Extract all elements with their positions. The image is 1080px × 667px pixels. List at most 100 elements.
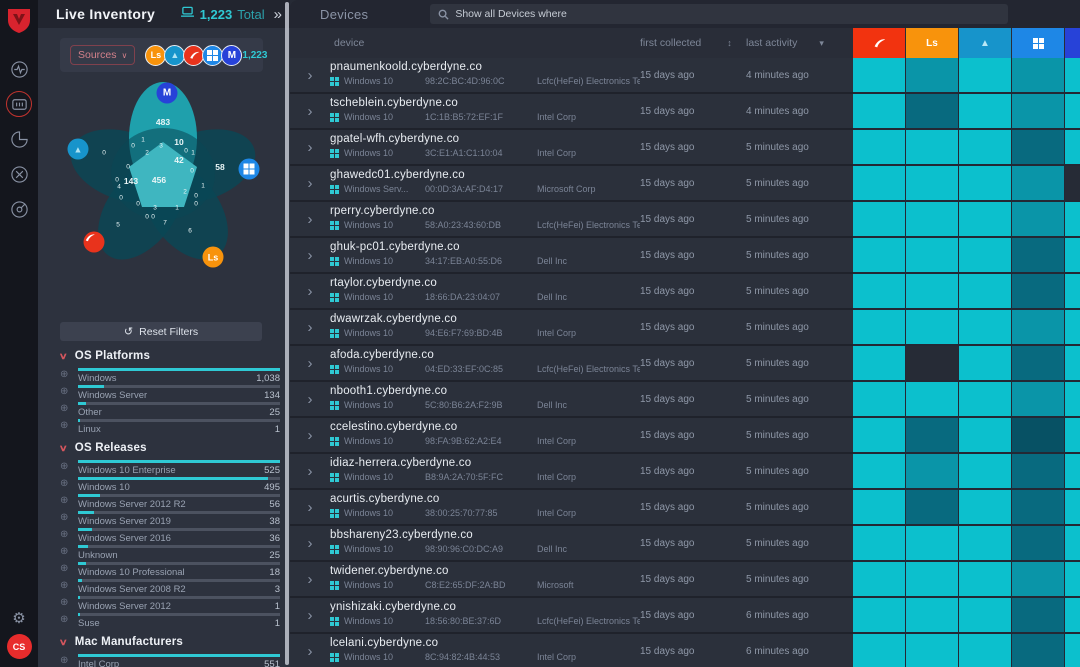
filter-item[interactable]: ⊕Windows Server 201636 — [60, 528, 280, 545]
matrix-cell-d[interactable] — [906, 94, 958, 128]
ls-source-badge[interactable]: Ls — [145, 45, 166, 66]
rail-item-network[interactable] — [6, 196, 32, 222]
matrix-cell-c[interactable] — [853, 634, 905, 667]
matrix-header-m[interactable] — [1065, 28, 1080, 58]
matrix-cell-c[interactable] — [1065, 238, 1080, 272]
matrix-cell-c[interactable] — [906, 526, 958, 560]
filter-item[interactable]: ⊕Unknown25 — [60, 545, 280, 562]
matrix-cell-d[interactable] — [906, 490, 958, 524]
matrix-cell-c[interactable] — [959, 562, 1011, 596]
win-source-badge[interactable] — [239, 159, 260, 180]
device-name[interactable]: rtaylor.cyberdyne.co — [330, 277, 640, 289]
table-row[interactable]: › ccelestino.cyberdyne.co Windows 10 98:… — [290, 418, 1080, 454]
table-row[interactable]: › ghawedc01.cyberdyne.co Windows Serv...… — [290, 166, 1080, 202]
add-filter-icon[interactable]: ⊕ — [60, 460, 78, 473]
matrix-cell-c[interactable] — [1065, 490, 1080, 524]
matrix-cell-c[interactable] — [853, 454, 905, 488]
filter-section-title[interactable]: ∨OS Platforms — [60, 344, 280, 368]
add-filter-icon[interactable]: ⊕ — [60, 613, 78, 626]
claw-source-badge[interactable] — [84, 232, 105, 253]
filter-item[interactable]: ⊕Suse1 — [60, 613, 280, 630]
matrix-cell-c[interactable] — [853, 202, 905, 236]
add-filter-icon[interactable]: ⊕ — [60, 419, 78, 432]
add-filter-icon[interactable]: ⊕ — [60, 528, 78, 541]
matrix-cell-c[interactable] — [959, 598, 1011, 632]
matrix-cell-c[interactable] — [906, 562, 958, 596]
matrix-cell-d[interactable] — [1012, 454, 1064, 488]
matrix-cell-c[interactable] — [959, 634, 1011, 667]
filter-item[interactable]: ⊕Intel Corp551 — [60, 654, 280, 667]
add-filter-icon[interactable]: ⊕ — [60, 579, 78, 592]
matrix-cell-m[interactable] — [1012, 166, 1064, 200]
matrix-cell-d[interactable] — [1012, 598, 1064, 632]
matrix-cell-c[interactable] — [853, 562, 905, 596]
matrix-cell-c[interactable] — [1065, 562, 1080, 596]
matrix-cell-c[interactable] — [1065, 94, 1080, 128]
filter-section-title[interactable]: ∨OS Releases — [60, 436, 280, 460]
matrix-cell-c[interactable] — [1065, 526, 1080, 560]
add-filter-icon[interactable]: ⊕ — [60, 511, 78, 524]
filter-item[interactable]: ⊕Linux1 — [60, 419, 280, 436]
matrix-cell-c[interactable] — [959, 382, 1011, 416]
device-name[interactable]: gpatel-wfh.cyberdyne.co — [330, 133, 640, 145]
matrix-cell-c[interactable] — [1065, 310, 1080, 344]
filter-item[interactable]: ⊕Windows Server134 — [60, 385, 280, 402]
matrix-cell-c[interactable] — [1065, 130, 1080, 164]
tri-source-badge[interactable]: ▲ — [68, 139, 89, 160]
matrix-cell-c[interactable] — [959, 130, 1011, 164]
matrix-cell-c[interactable] — [853, 130, 905, 164]
matrix-cell-c[interactable] — [853, 598, 905, 632]
row-expand-chevron[interactable]: › — [290, 562, 330, 596]
filter-item[interactable]: ⊕Other25 — [60, 402, 280, 419]
matrix-cell-m[interactable] — [1012, 202, 1064, 236]
collapse-panel-chevrons[interactable]: » — [274, 6, 282, 23]
matrix-cell-d[interactable] — [1012, 490, 1064, 524]
matrix-cell-c[interactable] — [959, 94, 1011, 128]
m-source-badge[interactable]: M — [221, 45, 242, 66]
matrix-cell-n[interactable] — [906, 346, 958, 380]
add-filter-icon[interactable]: ⊕ — [60, 596, 78, 609]
device-name[interactable]: acurtis.cyberdyne.co — [330, 493, 640, 505]
matrix-cell-c[interactable] — [1065, 634, 1080, 667]
add-filter-icon[interactable]: ⊕ — [60, 477, 78, 490]
matrix-cell-c[interactable] — [906, 274, 958, 308]
matrix-cell-d[interactable] — [1012, 526, 1064, 560]
filter-item[interactable]: ⊕Windows Server 201938 — [60, 511, 280, 528]
matrix-header-claw[interactable] — [853, 28, 905, 58]
table-row[interactable]: › afoda.cyberdyne.co Windows 10 04:ED:33… — [290, 346, 1080, 382]
matrix-cell-c[interactable] — [853, 382, 905, 416]
matrix-cell-c[interactable] — [853, 418, 905, 452]
matrix-cell-m[interactable] — [1012, 310, 1064, 344]
device-name[interactable]: afoda.cyberdyne.co — [330, 349, 640, 361]
column-last-activity[interactable]: last activity ▾ — [746, 28, 853, 58]
matrix-cell-c[interactable] — [853, 310, 905, 344]
device-name[interactable]: tscheblein.cyberdyne.co — [330, 97, 640, 109]
matrix-cell-c[interactable] — [959, 346, 1011, 380]
matrix-cell-c[interactable] — [1065, 382, 1080, 416]
matrix-cell-c[interactable] — [1065, 418, 1080, 452]
filter-item[interactable]: ⊕Windows1,038 — [60, 368, 280, 385]
matrix-cell-c[interactable] — [906, 598, 958, 632]
device-name[interactable]: ghuk-pc01.cyberdyne.co — [330, 241, 640, 253]
matrix-cell-m[interactable] — [1012, 562, 1064, 596]
filter-item[interactable]: ⊕Windows Server 2012 R256 — [60, 494, 280, 511]
device-name[interactable]: twidener.cyberdyne.co — [330, 565, 640, 577]
matrix-cell-c[interactable] — [906, 202, 958, 236]
device-name[interactable]: bbshareny23.cyberdyne.co — [330, 529, 640, 541]
device-name[interactable]: idiaz-herrera.cyberdyne.co — [330, 457, 640, 469]
filter-item[interactable]: ⊕Windows 10 Professional18 — [60, 562, 280, 579]
matrix-cell-c[interactable] — [959, 274, 1011, 308]
table-row[interactable]: › dwawrzak.cyberdyne.co Windows 10 94:E6… — [290, 310, 1080, 346]
matrix-cell-c[interactable] — [959, 418, 1011, 452]
matrix-cell-d[interactable] — [906, 418, 958, 452]
matrix-cell-c[interactable] — [853, 490, 905, 524]
device-name[interactable]: dwawrzak.cyberdyne.co — [330, 313, 640, 325]
device-name[interactable]: ccelestino.cyberdyne.co — [330, 421, 640, 433]
matrix-cell-c[interactable] — [853, 166, 905, 200]
table-row[interactable]: › twidener.cyberdyne.co Windows 10 C8:E2… — [290, 562, 1080, 598]
matrix-cell-c[interactable] — [1065, 202, 1080, 236]
matrix-cell-c[interactable] — [853, 58, 905, 92]
rail-item-inventory-active[interactable] — [6, 91, 32, 117]
matrix-cell-c[interactable] — [959, 310, 1011, 344]
row-expand-chevron[interactable]: › — [290, 526, 330, 560]
